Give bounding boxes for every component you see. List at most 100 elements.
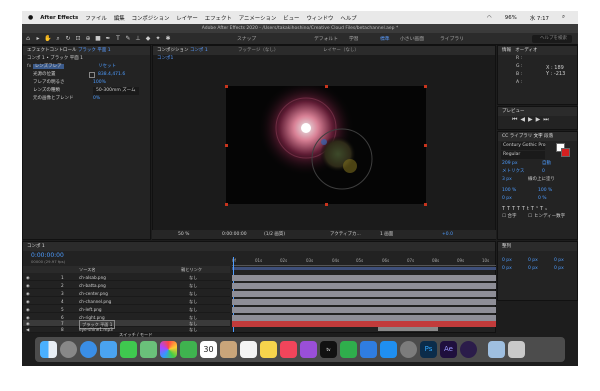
app-store-icon[interactable] [380,341,397,358]
time-ruler[interactable]: 0f 01s 02s 03s 04s 05s 06s 07s 08s 09s 1… [232,257,496,266]
stamp-tool-icon[interactable]: ⊥ [134,35,142,43]
tsume-value[interactable]: 0 % [538,195,547,203]
handle-tr[interactable] [424,85,427,88]
notes-icon[interactable] [260,341,277,358]
superscript-button[interactable]: T¹ [531,206,540,212]
menu-layer[interactable]: レイヤー [176,14,197,22]
rect-tool-icon[interactable]: ■ [94,35,102,43]
handle-br[interactable] [424,203,427,206]
layer-bar[interactable] [232,307,496,313]
preview-title[interactable]: プレビュー [498,107,577,116]
workspace-default[interactable]: デフォルト [314,35,338,42]
menu-file[interactable]: ファイル [85,14,107,22]
align-value[interactable]: 0 px [502,258,512,263]
view-layout-select[interactable]: 1 画面 [380,230,393,239]
wifi-icon[interactable]: ◠ [487,15,492,21]
crosshair-icon[interactable] [89,72,95,78]
layer-name[interactable]: ch-left.png [79,306,102,313]
align-value[interactable]: 0 px [554,265,564,273]
layer-bar[interactable] [232,291,496,297]
layer-name[interactable]: eye-shine1.mp3 [79,326,113,333]
stroke-color-swatch[interactable] [561,148,570,157]
lens-type-select[interactable]: 50-300mm ズーム [93,87,139,95]
baseline-value[interactable]: 0 px [502,196,512,201]
parent-select[interactable]: なし [189,274,197,281]
prop-value[interactable]: 100% [93,79,106,87]
eye-icon[interactable]: ◉ [26,298,30,305]
handle-mr[interactable] [424,144,427,147]
font-family-select[interactable]: Century Gothic Pro [501,142,545,150]
prev-frame-icon[interactable]: ◀ [520,116,528,123]
horizontal-scale-value[interactable]: 100 % [538,187,552,195]
pen-tool-icon[interactable]: ✒ [104,35,112,43]
workspace-learn[interactable]: 学習 [349,35,359,42]
parent-select[interactable]: なし [189,306,197,313]
info-tab[interactable]: 情報 [502,48,511,53]
calendar-icon[interactable]: 30 [200,341,217,358]
source-name-header[interactable]: ソース名 [79,266,96,273]
menu-window[interactable]: ウィンドウ [306,14,333,22]
clock[interactable]: 水 7:17 [530,14,549,22]
play-icon[interactable]: ▶ [528,116,536,123]
finder-icon[interactable] [40,341,57,358]
resolution-select[interactable]: (1/2 画質) [264,230,285,239]
layer-tab[interactable]: レイヤー（なし） [323,46,359,55]
font-style-select[interactable]: Regular [501,151,545,159]
eye-icon[interactable]: ◉ [26,274,30,281]
brush-tool-icon[interactable]: ✎ [124,35,132,43]
reset-link[interactable]: リセット [98,63,116,71]
numbers-icon[interactable] [340,341,357,358]
launchpad-icon[interactable] [60,341,77,358]
layer-bar-selected[interactable] [232,321,496,327]
after-effects-icon[interactable]: Ae [440,341,457,358]
small-caps-button[interactable]: Tt [522,206,531,212]
align-value[interactable]: 0 px [554,257,564,265]
exposure-value[interactable]: +0.0 [442,230,453,239]
subscript-button[interactable]: T₁ [540,206,549,212]
handle-tm[interactable] [325,85,328,88]
roto-tool-icon[interactable]: ✦ [154,35,162,43]
layer-bar[interactable] [232,299,496,305]
eye-icon[interactable]: ◉ [26,306,30,313]
paragraph-tab[interactable]: 段落 [544,134,553,139]
photoshop-icon[interactable]: Ps [420,341,437,358]
eye-icon[interactable]: ◉ [26,282,30,289]
parent-select[interactable]: なし [189,290,197,297]
hand-tool-icon[interactable]: ✋ [44,35,52,43]
vertical-scale-value[interactable]: 100 % [502,188,516,193]
work-area-bar[interactable] [232,267,496,270]
prop-value[interactable]: 0% [93,95,100,103]
help-search-input[interactable]: ヘルプを検索 [532,35,572,43]
layer-name[interactable]: ch-batta.png [79,282,106,289]
handle-tl[interactable] [225,85,228,88]
media-encoder-icon[interactable] [460,341,477,358]
menu-edit[interactable]: 編集 [114,14,125,22]
menu-composition[interactable]: コンポジション [132,14,170,22]
trash-icon[interactable] [508,341,525,358]
eraser-tool-icon[interactable]: ◆ [144,35,152,43]
eye-icon[interactable]: ◉ [26,290,30,297]
tracking-value[interactable]: 0 [542,168,545,176]
selection-tool-icon[interactable]: ▸ [34,35,42,43]
puppet-tool-icon[interactable]: ✱ [164,35,172,43]
comp-subtab[interactable]: コンポ1 [153,55,495,63]
cc-libraries-tab[interactable]: CC ライブラリ [502,134,532,139]
layer-row[interactable]: ◉ 1 ch-alsab.png なし [23,274,230,281]
photos-icon[interactable] [160,341,177,358]
rotate-tool-icon[interactable]: ↻ [64,35,72,43]
contacts-icon[interactable] [220,341,237,358]
home-icon[interactable]: ⌂ [24,35,32,43]
parent-select[interactable]: なし [189,282,197,289]
align-value[interactable]: 0 px [528,257,538,265]
layer-row[interactable]: ◉ 4 ch-channel.png なし [23,298,230,305]
prop-value[interactable]: 838.4,471.6 [98,71,125,79]
layer-name[interactable]: ch-channel.png [79,298,111,305]
podcasts-icon[interactable] [300,341,317,358]
menu-help[interactable]: ヘルプ [340,14,356,22]
timeline-timecode[interactable]: 0:00:00:00 [31,252,64,259]
anchor-tool-icon[interactable]: ⊕ [84,35,92,43]
parent-link-header[interactable]: 親とリンク [181,266,202,273]
audio-tab[interactable]: オーディオ [515,48,537,53]
tv-icon[interactable]: tv [320,341,337,358]
ligature-checkbox[interactable]: ☐ [502,214,506,219]
